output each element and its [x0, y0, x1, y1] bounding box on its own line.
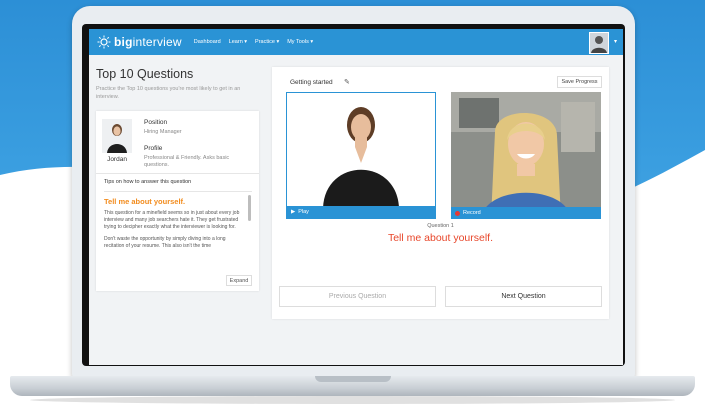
user-webcam-video[interactable]: Record	[451, 92, 601, 219]
interviewer-name: Jordan	[107, 156, 127, 163]
profile-label: Profile	[144, 145, 163, 152]
laptop-shadow	[30, 396, 675, 404]
divider	[96, 173, 259, 174]
nav-dashboard[interactable]: Dashboard	[194, 39, 221, 45]
tips-paragraph: Don't waste the opportunity by simply di…	[104, 236, 226, 249]
avatar-dropdown-caret[interactable]: ▾	[614, 38, 617, 45]
logo-text: biginterview	[114, 35, 182, 49]
record-label: Record	[463, 210, 481, 216]
page-title: Top 10 Questions	[96, 67, 194, 81]
record-bar[interactable]: Record	[451, 207, 601, 219]
tips-paragraph: This question for a minefield seems so i…	[104, 210, 240, 230]
interviewer-video[interactable]: ▶ Play	[286, 92, 436, 219]
nav-menu: Dashboard Learn ▾ Practice ▾ My Tools ▾	[194, 39, 321, 45]
laptop-notch	[315, 376, 391, 382]
nav-my-tools[interactable]: My Tools ▾	[287, 39, 313, 45]
next-question-button[interactable]: Next Question	[445, 286, 602, 307]
pencil-icon[interactable]: ✎	[344, 78, 350, 86]
left-column: Top 10 Questions Practice the Top 10 que…	[96, 67, 261, 101]
question-text: Tell me about yourself.	[387, 232, 494, 244]
page-subtitle: Practice the Top 10 questions you're mos…	[96, 86, 241, 100]
play-icon: ▶	[291, 209, 296, 215]
position-label: Position	[144, 119, 168, 126]
tips-scrollbar[interactable]	[248, 195, 251, 221]
save-progress-button[interactable]: Save Progress	[557, 76, 602, 88]
app-screen: biginterview Dashboard Learn ▾ Practice …	[89, 29, 623, 365]
record-dot-icon	[455, 210, 460, 216]
tips-body: This question for a minefield seems so i…	[104, 210, 244, 280]
tips-title: Tips on how to answer this question	[104, 179, 192, 185]
question-number: Question 1	[427, 223, 454, 229]
nav-practice[interactable]: Practice ▾	[255, 39, 279, 45]
interviewer-card: Jordan Position Hiring Manager Profile P…	[96, 111, 259, 291]
divider	[104, 191, 252, 192]
nav-learn[interactable]: Learn ▾	[229, 39, 247, 45]
brand-logo[interactable]: biginterview	[97, 35, 182, 49]
play-bar[interactable]: ▶ Play	[287, 206, 435, 218]
getting-started-label: Getting started	[290, 79, 333, 86]
profile-value: Professional & Friendly. Asks basic ques…	[144, 155, 230, 168]
avatar-icon[interactable]	[589, 32, 609, 54]
expand-button[interactable]: Expand	[226, 275, 252, 286]
interviewer-photo	[102, 119, 132, 153]
previous-question-button[interactable]: Previous Question	[279, 286, 436, 307]
play-label: Play	[298, 209, 309, 215]
practice-panel: Getting started ✎ Save Progress ▶ Play R…	[272, 67, 609, 319]
tips-question: Tell me about yourself.	[104, 197, 186, 206]
position-value: Hiring Manager	[144, 129, 182, 135]
top-navbar: biginterview Dashboard Learn ▾ Practice …	[89, 29, 623, 55]
sun-logo-icon	[97, 35, 111, 49]
